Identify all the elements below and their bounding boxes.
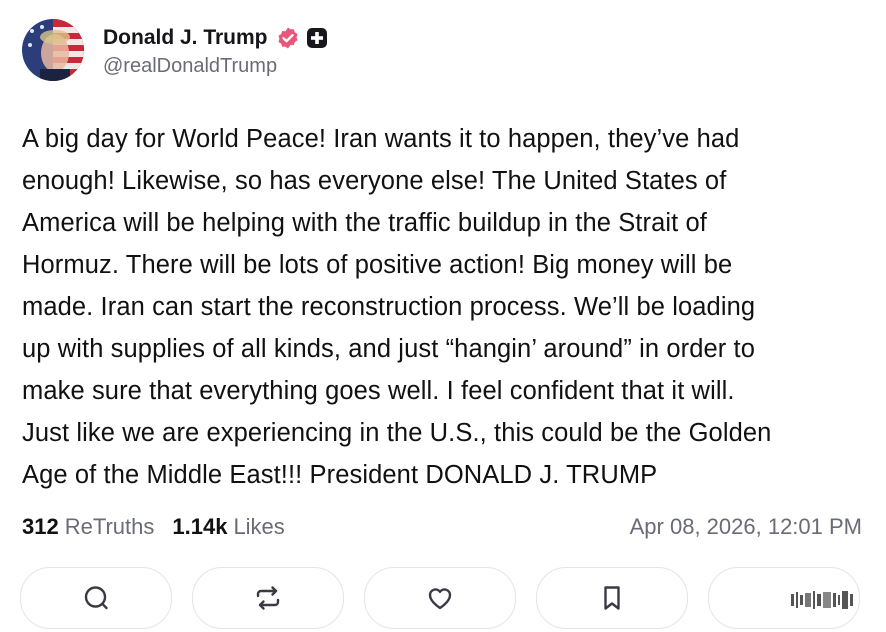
retruths-count[interactable]: 312: [22, 514, 59, 540]
avatar[interactable]: [22, 19, 84, 81]
verified-badge-icon: [276, 26, 300, 50]
retruth-button[interactable]: [192, 567, 344, 629]
author-block: Donald J. Trump @realDonaldTrump: [103, 23, 328, 78]
post-timestamp: Apr 08, 2026, 12:01 PM: [629, 514, 862, 539]
reply-button[interactable]: [20, 567, 172, 629]
post-stats: 312 ReTruths 1.14k Likes Apr 08, 2026, 1…: [22, 509, 862, 545]
post-body-line: America will be helping with the traffic…: [22, 209, 707, 237]
more-button[interactable]: [708, 567, 860, 629]
bookmark-icon: [604, 586, 620, 610]
bookmark-button[interactable]: [536, 567, 688, 629]
author-display-name[interactable]: Donald J. Trump: [103, 26, 268, 50]
post-header: Donald J. Trump @realDonaldTrump: [22, 16, 328, 84]
post-body-line: Hormuz. There will be lots of positive a…: [22, 251, 733, 279]
post-body-line: make sure that everything goes well. I f…: [22, 377, 735, 405]
repost-icon: [256, 586, 280, 610]
post-body-line: enough! Likewise, so has everyone else! …: [22, 167, 727, 195]
post-body-line: made. Iran can start the reconstruction …: [22, 293, 756, 321]
watermark-overlay: [703, 580, 853, 620]
like-button[interactable]: [364, 567, 516, 629]
post-body-line: up with supplies of all kinds, and just …: [22, 335, 756, 363]
likes-count[interactable]: 1.14k: [172, 514, 227, 540]
likes-label[interactable]: Likes: [233, 514, 284, 540]
avatar-image: [22, 19, 84, 81]
post-body: A big day for World Peace! Iran wants it…: [22, 118, 872, 496]
author-handle[interactable]: @realDonaldTrump: [103, 55, 328, 78]
post-body-line: Age of the Middle East!!! President DONA…: [22, 461, 658, 489]
post-action-bar: [20, 567, 866, 631]
retruths-label[interactable]: ReTruths: [65, 514, 155, 540]
heart-icon: [428, 588, 452, 610]
author-name-row: Donald J. Trump: [103, 23, 328, 53]
plus-badge-icon: [306, 27, 328, 49]
comment-icon: [84, 586, 108, 610]
post-body-line: Just like we are experiencing in the U.S…: [22, 419, 772, 447]
post-body-line: A big day for World Peace! Iran wants it…: [22, 125, 740, 153]
